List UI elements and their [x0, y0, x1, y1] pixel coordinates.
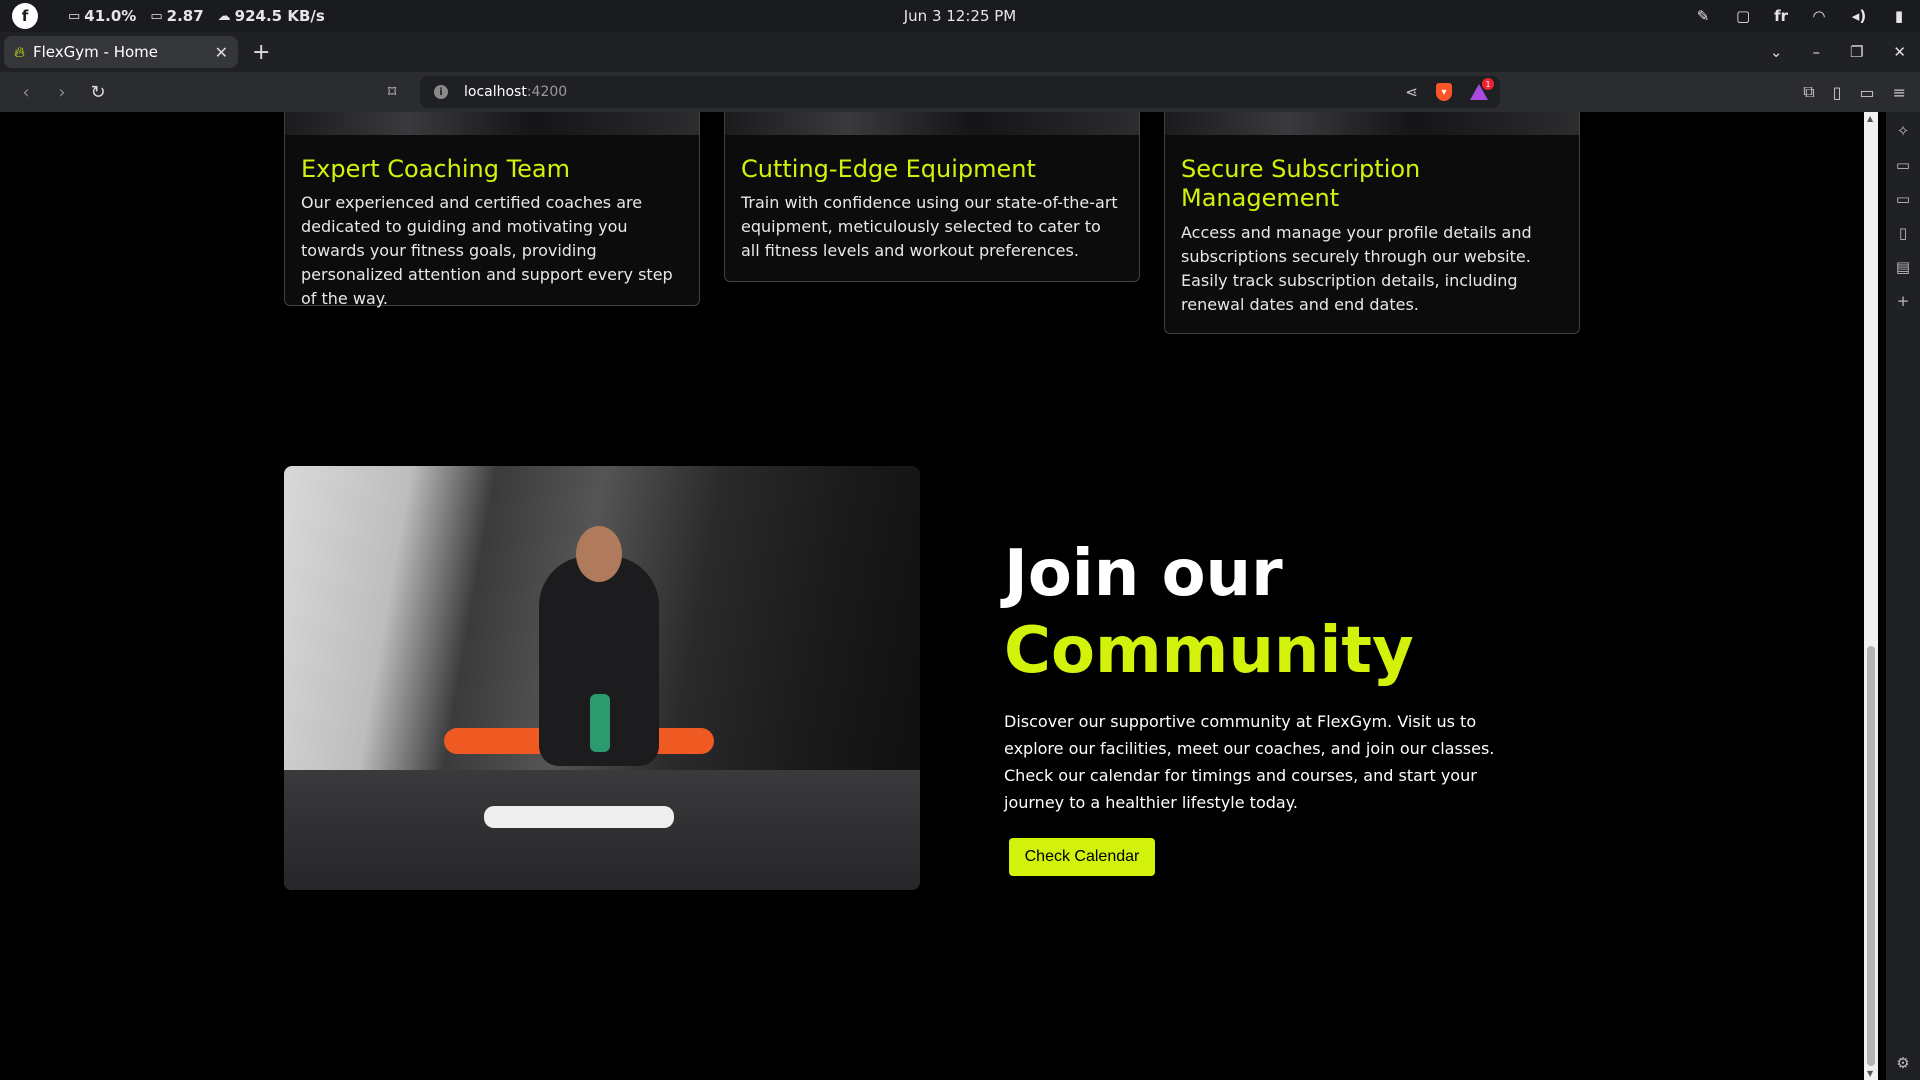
rewards-badge: 1	[1482, 78, 1494, 90]
share-icon[interactable]: ⋖	[1405, 83, 1418, 101]
leo-ai-icon[interactable]: ✧	[1897, 122, 1910, 140]
reload-button[interactable]: ↻	[88, 82, 108, 103]
wallet-icon[interactable]: ▭	[1859, 83, 1874, 102]
feature-card-title: Expert Coaching Team	[301, 155, 571, 183]
feature-card-title: Cutting-Edge Equipment	[741, 155, 1036, 183]
browser-sidebar: ✧ ▭ ▭ ▯ ▤ + ⚙	[1886, 112, 1920, 1080]
load-value: 2.87	[166, 7, 204, 25]
feature-card-image	[285, 112, 699, 135]
volume-icon[interactable]: ◂)	[1850, 7, 1868, 25]
community-description: Discover our supportive community at Fle…	[1004, 712, 1495, 812]
feature-card-image	[725, 112, 1139, 135]
browser-toolbar: ‹ › ↻ ⌑ i localhost:4200 ⋖ ▾ 1 ⧉ ▯ ▭ ≡	[0, 72, 1920, 112]
tab-search-chevron-icon[interactable]: ⌄	[1770, 43, 1783, 61]
site-info-icon[interactable]: i	[434, 85, 448, 99]
clipboard-icon[interactable]: ▢	[1734, 7, 1752, 25]
back-button[interactable]: ‹	[16, 82, 36, 103]
feature-card-text: Train with confidence using our state-of…	[741, 193, 1118, 260]
monitor-icon: ▭	[150, 8, 163, 24]
url-host: localhost	[464, 84, 527, 100]
wallet-sidebar-icon[interactable]: ▭	[1896, 190, 1910, 208]
cloud-icon: ☁	[217, 8, 231, 24]
bookmarks-sidebar-icon[interactable]: ▯	[1899, 224, 1907, 242]
os-top-bar: f ▭ 41.0% ▭ 2.87 ☁ 924.5 KB/s Jun 3 12:2…	[0, 0, 1920, 32]
color-picker-icon[interactable]: ✎	[1694, 7, 1712, 25]
brave-rewards-icon[interactable]: 1	[1470, 78, 1494, 100]
community-heading-line2: Community	[1004, 614, 1414, 688]
network-stat: ☁ 924.5 KB/s	[218, 7, 325, 25]
brave-shields-icon[interactable]: ▾	[1436, 83, 1452, 101]
feature-card-coaching: Expert Coaching Team Our experienced and…	[284, 112, 700, 308]
feature-card-title: Secure Subscription Management	[1181, 155, 1421, 212]
feature-card-subscription: Secure Subscription Management Access an…	[1164, 112, 1580, 334]
photo-person-head	[576, 526, 622, 582]
page-content: Expert Coaching Team Our experienced and…	[0, 112, 1864, 1080]
keyboard-layout[interactable]: fr	[1774, 7, 1788, 25]
scroll-up-arrow-icon[interactable]: ▲	[1867, 114, 1873, 123]
tab-flexgym-home[interactable]: 🔥︎ FlexGym - Home ✕	[4, 36, 238, 68]
battery-icon: ▭	[68, 8, 81, 24]
sidebar-toggle-icon[interactable]: ▯	[1833, 83, 1842, 102]
feature-card-text: Our experienced and certified coaches ar…	[301, 193, 673, 308]
feature-card-image	[1165, 112, 1579, 135]
photo-floor	[284, 770, 920, 890]
restore-window-icon[interactable]: ❐	[1850, 43, 1863, 61]
forward-button[interactable]: ›	[52, 82, 72, 103]
photo-shoes	[484, 806, 674, 828]
reading-list-icon[interactable]: ▤	[1896, 258, 1910, 276]
url-port: :4200	[526, 84, 568, 100]
battery-stat: ▭ 41.0%	[68, 7, 136, 25]
browser-tab-strip: 🔥︎ FlexGym - Home ✕ + ⌄ – ❐ ✕	[0, 32, 1920, 72]
battery-value: 41.0%	[84, 7, 137, 25]
close-tab-icon[interactable]: ✕	[215, 43, 228, 62]
feature-card-equipment: Cutting-Edge Equipment Train with confid…	[724, 112, 1140, 282]
fedora-logo-icon[interactable]: f	[12, 3, 38, 29]
photo-bottle	[590, 694, 610, 752]
extensions-icon[interactable]: ⧉	[1803, 82, 1814, 102]
scroll-down-arrow-icon[interactable]: ▼	[1867, 1069, 1873, 1078]
check-calendar-button[interactable]: Check Calendar	[1009, 838, 1155, 876]
add-sidebar-item-icon[interactable]: +	[1897, 292, 1910, 310]
community-photo	[284, 466, 920, 890]
page-scrollbar[interactable]: ▲ ▼	[1864, 112, 1878, 1080]
community-heading-line1: Join our	[1004, 537, 1283, 611]
tab-title: FlexGym - Home	[33, 43, 159, 61]
playlist-icon[interactable]: ▭	[1896, 156, 1910, 174]
community-heading: Join our Community	[1004, 536, 1414, 690]
sidebar-settings-gear-icon[interactable]: ⚙	[1896, 1054, 1909, 1072]
address-bar[interactable]: i localhost:4200 ⋖ ▾ 1	[420, 76, 1500, 108]
minimize-window-icon[interactable]: –	[1812, 43, 1820, 61]
battery-lock-icon[interactable]: ▮	[1890, 7, 1908, 25]
menu-icon[interactable]: ≡	[1893, 83, 1906, 102]
flame-favicon-icon: 🔥︎	[14, 43, 26, 61]
wifi-icon[interactable]: ◠	[1810, 7, 1828, 25]
feature-card-text: Access and manage your profile details a…	[1181, 223, 1532, 314]
load-stat: ▭ 2.87	[150, 7, 203, 25]
close-window-icon[interactable]: ✕	[1893, 43, 1906, 61]
scrollbar-thumb[interactable]	[1867, 646, 1875, 1066]
bookmark-icon[interactable]: ⌑	[388, 82, 396, 101]
os-clock[interactable]: Jun 3 12:25 PM	[904, 7, 1017, 25]
new-tab-button[interactable]: +	[252, 40, 270, 65]
network-value: 924.5 KB/s	[234, 7, 325, 25]
